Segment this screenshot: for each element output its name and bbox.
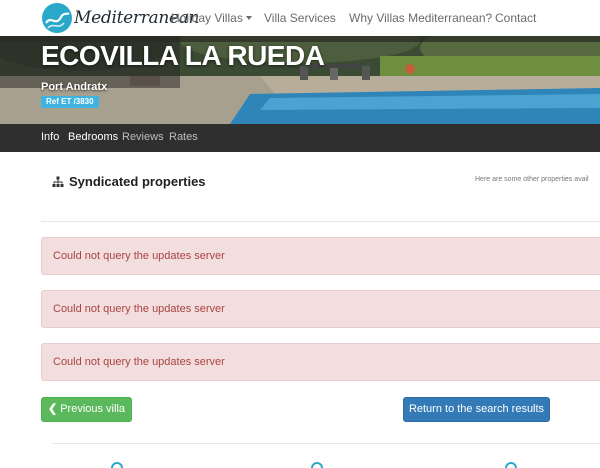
divider <box>52 443 600 444</box>
error-alert: Could not query the updates server <box>41 237 600 275</box>
tab-bedrooms[interactable]: Bedrooms <box>68 131 118 143</box>
return-to-results-button[interactable]: Return to the search results <box>403 397 550 422</box>
feature-circle-icon <box>505 462 517 468</box>
nav-villa-services[interactable]: Villa Services <box>264 11 336 25</box>
page: Mediterranean Holiday Villas Villa Servi… <box>0 0 600 468</box>
ref-badge: Ref ET /3830 <box>41 96 99 108</box>
nav-contact[interactable]: Contact <box>495 11 536 25</box>
error-alert: Could not query the updates server <box>41 343 600 381</box>
villa-title: ECOVILLA LA RUEDA <box>41 40 325 71</box>
top-navbar: Mediterranean Holiday Villas Villa Servi… <box>0 0 600 36</box>
divider <box>41 221 600 222</box>
nav-holiday-villas-label: Holiday Villas <box>171 11 243 25</box>
previous-villa-button[interactable]: ❮ Previous villa <box>41 397 132 422</box>
nav-why-villas[interactable]: Why Villas Mediterranean? <box>349 11 492 25</box>
chevron-left-icon: ❮ <box>47 403 58 415</box>
logo-wave-icon <box>42 3 72 33</box>
villa-location: Port Andratx <box>41 81 108 93</box>
villa-tabs: Info Bedrooms Reviews Rates <box>0 124 600 152</box>
previous-villa-label: Previous villa <box>60 403 126 415</box>
hero-banner: ECOVILLA LA RUEDA Port Andratx Ref ET /3… <box>0 36 600 124</box>
feature-circle-icon <box>111 462 123 468</box>
alert-message: Could not query the updates server <box>53 356 225 368</box>
tab-info[interactable]: Info <box>41 131 59 143</box>
alert-message: Could not query the updates server <box>53 250 225 262</box>
nav-holiday-villas[interactable]: Holiday Villas <box>171 11 252 25</box>
error-alert: Could not query the updates server <box>41 290 600 328</box>
section-title: Syndicated properties <box>69 174 206 189</box>
alert-message: Could not query the updates server <box>53 303 225 315</box>
sitemap-icon <box>52 176 64 187</box>
chevron-down-icon <box>245 15 252 20</box>
syndicated-header: Syndicated properties <box>52 174 206 189</box>
section-note: Here are some other properties avail <box>475 176 589 183</box>
tab-rates[interactable]: Rates <box>169 131 198 143</box>
feature-circle-icon <box>311 462 323 468</box>
tab-reviews[interactable]: Reviews <box>122 131 164 143</box>
